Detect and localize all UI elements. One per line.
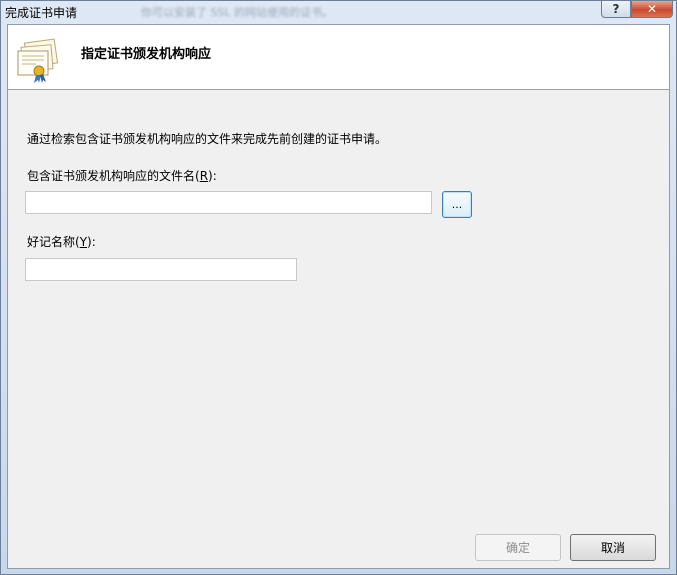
dialog-client-area: 指定证书颁发机构响应 通过检索包含证书颁发机构响应的文件来完成先前创建的证书申请… (7, 24, 670, 569)
file-name-input[interactable] (25, 191, 432, 214)
file-name-label-suffix: ): (208, 169, 217, 183)
background-title-hint: 你可以安装了 SSL 的网站使用的证书。 (141, 6, 334, 19)
close-icon: ✕ (646, 2, 658, 16)
file-name-access-key: R (199, 169, 209, 183)
certificate-icon (17, 38, 59, 83)
friendly-name-input[interactable] (25, 258, 297, 281)
dialog-header: 指定证书颁发机构响应 (8, 25, 669, 90)
friendly-name-label-suffix: ): (87, 235, 96, 249)
ok-button[interactable]: 确定 (475, 534, 561, 561)
friendly-name-label-text: 好记名称 (27, 235, 76, 249)
help-button[interactable]: ? (601, 1, 631, 18)
description-text: 通过检索包含证书颁发机构响应的文件来完成先前创建的证书申请。 (27, 132, 388, 146)
header-title: 指定证书颁发机构响应 (81, 47, 212, 62)
dialog-window: 完成证书申请 你可以安装了 SSL 的网站使用的证书。 ? ✕ 指定证书颁发机构… (0, 0, 677, 575)
window-title: 完成证书申请 (5, 6, 78, 20)
file-name-label: 包含证书颁发机构响应的文件名(R): (27, 167, 217, 184)
browse-ellipsis-icon: ... (451, 198, 463, 211)
friendly-name-access-key: Y (79, 235, 88, 249)
close-button[interactable]: ✕ (631, 1, 673, 18)
cancel-button[interactable]: 取消 (570, 534, 656, 561)
file-name-label-text: 包含证书颁发机构响应的文件名 (27, 169, 196, 183)
title-bar[interactable]: 完成证书申请 你可以安装了 SSL 的网站使用的证书。 ? ✕ (1, 1, 676, 23)
browse-button[interactable]: ... (442, 191, 472, 218)
help-icon: ? (612, 2, 620, 16)
friendly-name-label: 好记名称(Y): (27, 233, 96, 250)
